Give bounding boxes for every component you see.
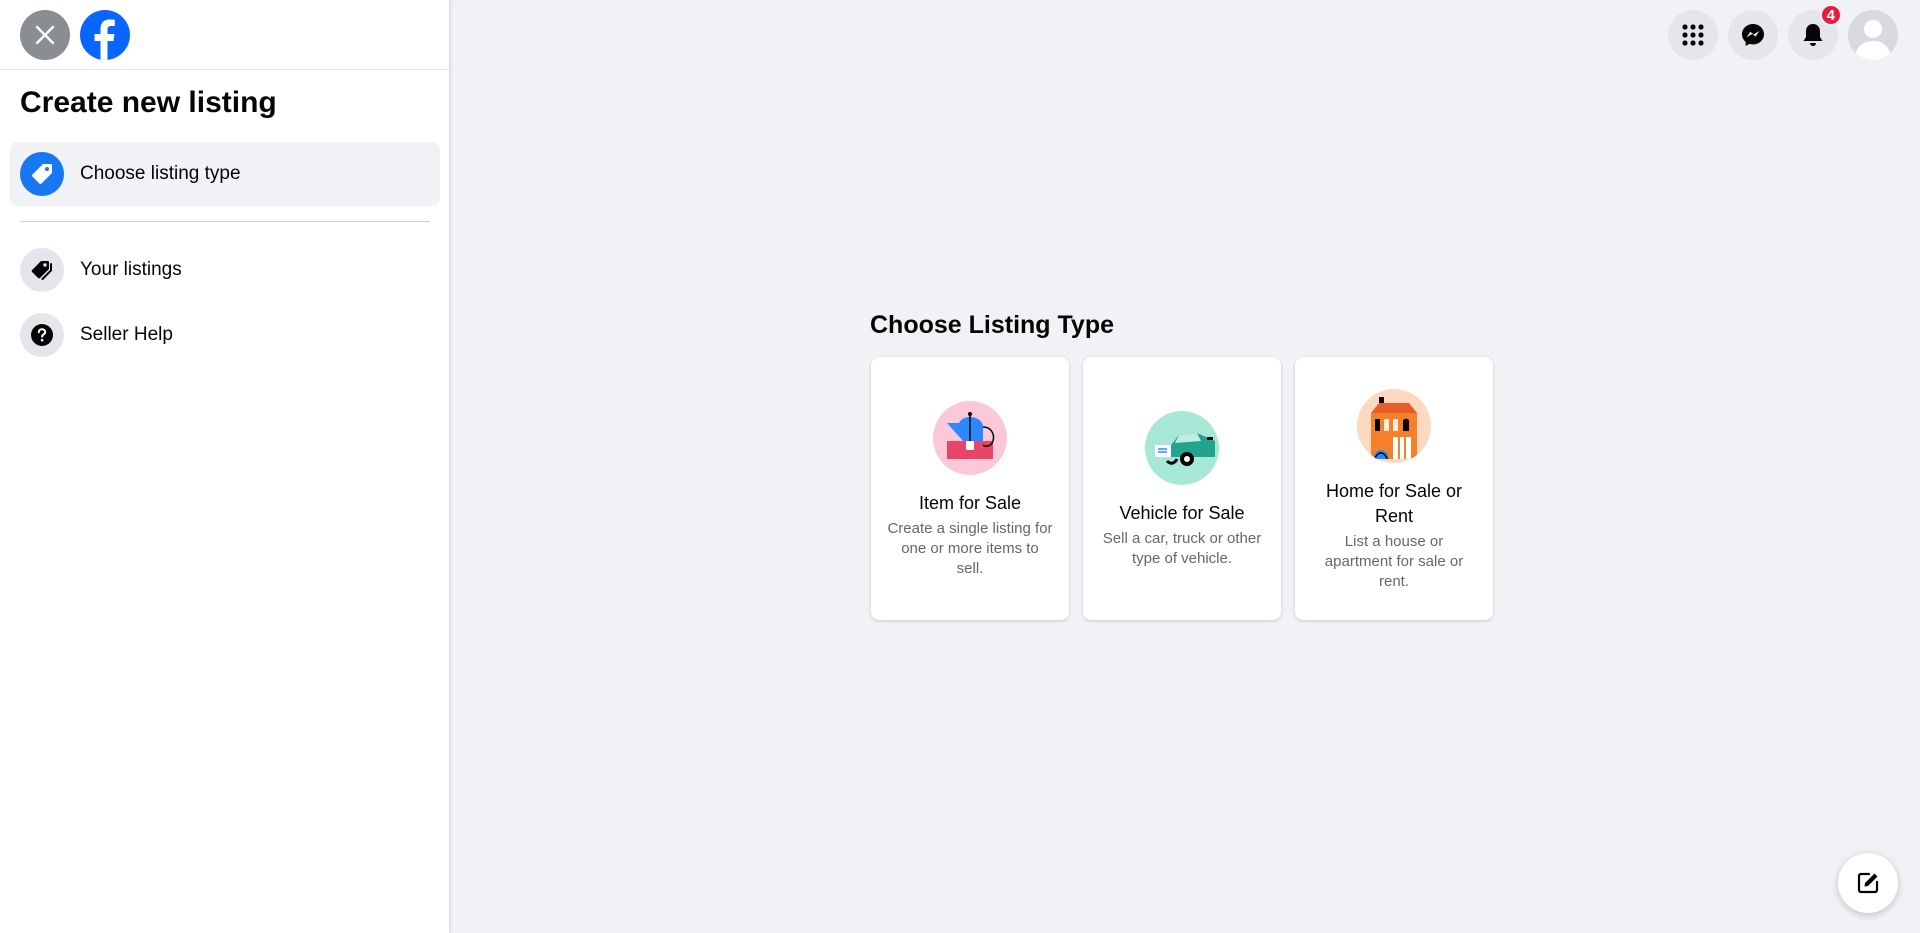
tags-icon: [20, 248, 64, 292]
nav-label: Choose listing type: [80, 163, 241, 184]
facebook-logo[interactable]: [80, 10, 130, 60]
grid-menu-icon: [1682, 24, 1704, 46]
facebook-f-icon: [94, 19, 115, 60]
page-title: Choose Listing Type: [870, 311, 1114, 339]
new-message-button[interactable]: [1838, 853, 1898, 913]
card-description: List a house or apartment for sale or re…: [1324, 533, 1464, 590]
item-for-sale-card[interactable]: Item for Sale Create a single listing fo…: [871, 357, 1069, 620]
nav-item-your-listings[interactable]: Your listings: [10, 238, 440, 302]
card-title: Vehicle for Sale: [1119, 503, 1245, 523]
profile-avatar[interactable]: [1848, 10, 1898, 60]
bell-icon: [1803, 24, 1823, 46]
messenger-button[interactable]: [1728, 10, 1778, 60]
card-title: Item for Sale: [918, 493, 1022, 513]
sidebar-header: [0, 0, 449, 70]
question-icon: [20, 313, 64, 357]
close-icon: [35, 25, 55, 45]
card-description: Create a single listing for one or more …: [887, 520, 1053, 577]
menu-button[interactable]: [1668, 10, 1718, 60]
vehicle-for-sale-card[interactable]: Vehicle for Sale Sell a car, truck or ot…: [1083, 357, 1281, 620]
compose-icon: [1857, 872, 1879, 894]
house-icon: [1357, 389, 1431, 463]
nav-label: Seller Help: [80, 324, 173, 345]
notifications-button[interactable]: 4: [1788, 4, 1842, 60]
close-button[interactable]: [20, 10, 70, 60]
sidebar-title: Create new listing: [20, 86, 277, 119]
messenger-icon: [1742, 24, 1764, 46]
nav-label: Your listings: [80, 259, 182, 280]
home-for-sale-card[interactable]: Home for Sale or Rent List a house or ap…: [1295, 357, 1493, 620]
card-description: Sell a car, truck or other type of vehic…: [1102, 530, 1262, 567]
item-for-sale-icon: [933, 401, 1007, 475]
tag-icon: [20, 152, 64, 196]
nav-item-choose-listing-type[interactable]: Choose listing type: [10, 142, 440, 206]
nav-item-seller-help[interactable]: Seller Help: [10, 303, 440, 367]
sidebar: Create new listing Choose listing type Y…: [0, 0, 450, 933]
card-title: Home for Sale or Rent: [1325, 481, 1463, 526]
sidebar-divider: [20, 221, 430, 222]
notification-badge: 4: [1819, 4, 1842, 26]
user-avatar-icon: [1848, 10, 1898, 60]
vehicle-icon: [1145, 411, 1219, 485]
